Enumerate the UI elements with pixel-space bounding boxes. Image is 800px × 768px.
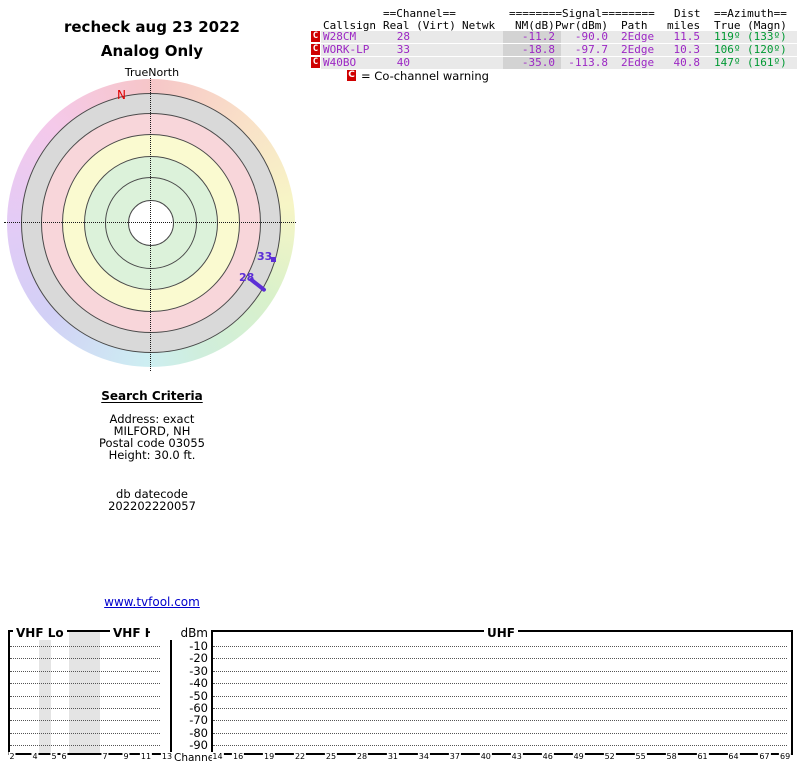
cell-true: 147º: [714, 56, 741, 69]
channel-tick-61: 61: [696, 752, 709, 761]
uhf-label: UHF: [484, 626, 518, 640]
gridline--40: [10, 683, 160, 685]
cell-real: 33: [396, 43, 410, 56]
channel-tick-49: 49: [572, 752, 585, 761]
vhf-lo-label: VHF Lo: [13, 626, 67, 640]
cell-nm: -11.2: [521, 30, 555, 43]
cell-miles: 11.5: [673, 30, 701, 43]
signal-spectrum-chart: VHF Lo VHF Hi UHF dBm -10 -20 -30 -40 -50 -60…: [0, 625, 800, 768]
gridline--80: [10, 732, 160, 734]
channel-tick-7: 7: [101, 752, 109, 761]
channel-tick-69: 69: [779, 752, 792, 761]
co-channel-flag-icon: C: [311, 44, 320, 55]
db-datecode-value: 202202220057: [108, 499, 196, 513]
uhf-panel-frame: [211, 630, 793, 755]
cell-nm: -35.0: [521, 56, 555, 69]
channel-tick-22: 22: [293, 752, 307, 761]
channel-tick-64: 64: [727, 752, 740, 761]
north-indicator: N: [117, 88, 126, 102]
channel-tick-14: 14: [211, 752, 224, 761]
gridline--30: [213, 670, 787, 672]
channel-tick-34: 34: [417, 752, 430, 761]
cell-pwr: -97.7: [574, 43, 608, 56]
gridline--80: [213, 732, 787, 734]
channel-tick-25: 25: [324, 752, 338, 761]
cell-real: 40: [396, 56, 410, 69]
gridline--70: [213, 720, 787, 722]
radar-vertical-crosshair: [150, 78, 151, 371]
channel-tick-67: 67: [758, 752, 771, 761]
channel-tick-5: 5: [50, 752, 58, 761]
channel-tick-28: 28: [355, 752, 369, 761]
channel-tick-13: 13: [160, 752, 174, 761]
cell-true: 106º: [714, 43, 741, 56]
radar-center-circle: [128, 200, 174, 246]
channel-tick-37: 37: [448, 752, 461, 761]
gridline--60: [213, 708, 787, 709]
cell-magn: (161º): [747, 56, 787, 69]
dbm-axis-title: dBm: [150, 626, 208, 640]
co-channel-legend: = Co-channel warning: [361, 69, 489, 83]
radar-north-axis-label: TrueNorth: [124, 66, 180, 79]
gridline--20: [10, 658, 160, 660]
gridline--90: [10, 745, 160, 747]
channel-tick-11: 11: [139, 752, 153, 761]
cell-true: 119º: [714, 30, 741, 43]
cell-magn: (133º): [747, 30, 787, 43]
cell-miles: 10.3: [673, 43, 701, 56]
co-channel-flag-icon: C: [311, 31, 320, 42]
cell-magn: (120º): [747, 43, 787, 56]
channel-tick-16: 16: [232, 752, 245, 761]
radar-marker-dot-33: [271, 257, 276, 262]
table-row: C WORK-LP 33 -18.8 -97.7 2Edge 10.3 106º (120º): [311, 43, 797, 56]
gridline--50: [213, 695, 787, 697]
channel-tick-55: 55: [634, 752, 647, 761]
dbm-tick--90: -90: [189, 738, 208, 753]
tvfool-link[interactable]: www.tvfool.com: [104, 595, 200, 609]
co-channel-flag-icon: C: [347, 70, 356, 81]
gridline--20: [213, 658, 787, 660]
gridline--10: [10, 646, 160, 647]
gridline--70: [10, 720, 160, 722]
channel-tick-19: 19: [263, 752, 276, 761]
gridline--10: [213, 646, 787, 647]
cell-miles: 40.8: [673, 56, 701, 69]
cell-nm: -18.8: [521, 43, 555, 56]
cell-real: 28: [396, 30, 410, 43]
channel-tick-43: 43: [510, 752, 523, 761]
channel-tick-2: 2: [8, 752, 16, 761]
gridline--60: [10, 708, 160, 709]
search-height-line: Height: 30.0 ft.: [108, 448, 196, 462]
channel-axis-title: Channel: [174, 752, 218, 764]
cell-pwr: -90.0: [574, 30, 608, 43]
channel-tick-58: 58: [665, 752, 678, 761]
table-row: C W28CM 28 -11.2 -90.0 2Edge 11.5 119º (133º): [311, 30, 797, 43]
gridline--40: [213, 683, 787, 685]
channel-tick-52: 52: [603, 752, 616, 761]
page-title: recheck aug 23 2022: [63, 18, 240, 36]
site-link-row: www.tvfool.com: [0, 591, 304, 610]
channel-tick-31: 31: [386, 752, 400, 761]
channel-tick-40: 40: [479, 752, 492, 761]
gridline--30: [10, 670, 160, 672]
co-channel-flag-icon: C: [311, 57, 320, 68]
vhf-panel-frame: [8, 630, 172, 755]
table-row: C W40BO 40 -35.0 -113.8 2Edge 40.8 147º (161º): [311, 56, 797, 69]
search-criteria-heading: Search Criteria: [101, 389, 203, 403]
gridline--50: [10, 695, 160, 697]
channel-tick-46: 46: [541, 752, 554, 761]
channel-tick-9: 9: [122, 752, 130, 761]
cell-pwr: -113.8: [568, 56, 608, 69]
channel-tick-6: 6: [60, 752, 68, 761]
channel-tick-4: 4: [31, 752, 39, 761]
page-subtitle: Analog Only: [100, 42, 204, 60]
gridline--90: [213, 745, 787, 747]
